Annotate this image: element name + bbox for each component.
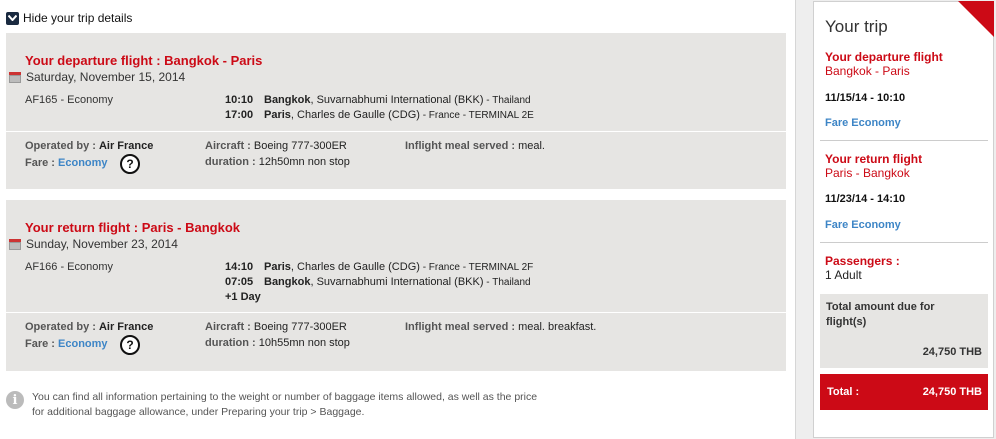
return-date-text: Sunday, November 23, 2014 [26,237,178,251]
panel-passengers-value: 1 Adult [825,268,862,282]
return-segment-origin: 14:10 Paris, Charles de Gaulle (CDG) - F… [225,261,533,273]
total-due-label: Total amount due for flight(s) [826,301,935,328]
plus-one-day: +1 Day [225,291,261,303]
baggage-info-line-1: You can find all information pertaining … [32,391,538,403]
panel-passengers-section: Passengers : 1 Adult [825,254,900,282]
return-flight-title: Your return flight : Paris - Bangkok [25,220,241,235]
calendar-icon [9,71,21,83]
total-label: Total : [827,386,860,398]
aircraft-value: Boeing 777-300ER [253,140,347,152]
departure-city: Bangkok [264,94,311,106]
duration-label: duration : [205,337,256,349]
operated-by-label: Operated by : [25,321,96,333]
meal-label: Inflight meal served : [405,321,516,333]
panel-passengers-heading: Passengers : [825,254,900,268]
departure-time: 10:10 [225,94,254,106]
departure-country: - Thailand [483,95,531,106]
fare-label: Fare : [25,157,55,169]
operated-by: Operated by : Air France [25,140,153,152]
return-flight-code: AF166 - Economy [25,261,114,273]
baggage-info-text: You can find all information pertaining … [32,390,537,420]
total-due-box: Total amount due for flight(s) 24,750 TH… [820,294,988,368]
fare-link[interactable]: Economy [58,338,108,350]
toggle-label: Hide your trip details [23,11,133,25]
panel-return-section: Your return flight Paris - Bangkok [825,152,922,180]
operated-by: Operated by : Air France [25,321,153,333]
aircraft-value: Boeing 777-300ER [253,321,347,333]
operated-by-label: Operated by : [25,140,96,152]
return-arrival-city: Bangkok [264,276,311,288]
panel-departure-section: Your departure flight Bangkok - Paris [825,50,943,78]
departure-flight-title: Your departure flight : Bangkok - Paris [25,53,263,68]
panel-departure-route: Bangkok - Paris [825,64,910,78]
return-arrival-time: 07:05 [225,276,254,288]
fare-label: Fare : [25,338,55,350]
duration-info: duration : 12h50mn non stop [205,156,350,168]
arrival-time: 17:00 [225,109,254,121]
return-departure-country: - France - TERMINAL 2F [419,262,534,273]
aircraft-label: Aircraft : [205,321,251,333]
your-trip-panel: Your trip Your departure flight Bangkok … [813,1,994,438]
aircraft-info: Aircraft : Boeing 777-300ER [205,321,347,333]
meal-label: Inflight meal served : [405,140,516,152]
calendar-icon [9,238,21,250]
return-departure-city: Paris [264,261,291,273]
return-arrival-airport: , Suvarnabhumi International (BKK) [310,276,484,288]
panel-title: Your trip [825,17,888,36]
departure-airport: , Suvarnabhumi International (BKK) [310,94,484,106]
corner-flag-icon [958,1,994,37]
departure-flight-card: Your departure flight : Bangkok - Paris … [6,33,786,189]
departure-segment-destination: 17:00 Paris, Charles de Gaulle (CDG) - F… [225,109,534,121]
baggage-info-line-2: for additional baggage allowance, under … [32,406,365,418]
total-amount: 24,750 THB [922,386,982,398]
meal-value: meal. [518,140,545,152]
fare-help-icon[interactable]: ? [120,335,140,355]
aircraft-info: Aircraft : Boeing 777-300ER [205,140,347,152]
duration-info: duration : 10h55mn non stop [205,337,350,349]
departure-flight-code: AF165 - Economy [25,94,114,106]
panel-separator [820,242,988,243]
return-departure-time: 14:10 [225,261,254,273]
duration-value: 12h50mn non stop [258,156,350,168]
baggage-info-note: i You can find all information pertainin… [6,390,537,420]
duration-value: 10h55mn non stop [258,337,350,349]
return-flight-card: Your return flight : Paris - Bangkok Sun… [6,200,786,371]
departure-segment-origin: 10:10 Bangkok, Suvarnabhumi Internationa… [225,94,531,106]
operated-by-value: Air France [98,140,154,152]
meal-info: Inflight meal served : meal. [405,140,545,152]
return-segment-destination: 07:05 Bangkok, Suvarnabhumi Internationa… [225,276,531,288]
panel-return-route: Paris - Bangkok [825,166,910,180]
info-icon: i [6,391,24,409]
panel-separator [820,140,988,141]
return-date: Sunday, November 23, 2014 [9,237,178,251]
arrival-city: Paris [264,109,291,121]
arrival-country: - France - TERMINAL 2E [419,110,534,121]
total-due-amount: 24,750 THB [922,346,982,358]
panel-departure-heading: Your departure flight [825,50,943,64]
return-departure-airport: , Charles de Gaulle (CDG) [290,261,420,273]
fare-info: Fare : Economy [25,157,108,169]
total-bar: Total : 24,750 THB [820,374,988,410]
panel-return-fare-link[interactable]: Fare Economy [825,219,901,231]
hide-trip-details-toggle[interactable]: Hide your trip details [6,11,132,25]
departure-date: Saturday, November 15, 2014 [9,70,185,84]
arrival-airport: , Charles de Gaulle (CDG) [290,109,420,121]
panel-return-heading: Your return flight [825,152,923,166]
aircraft-label: Aircraft : [205,140,251,152]
panel-return-datetime: 11/23/14 - 14:10 [825,193,906,205]
operated-by-value: Air France [98,321,154,333]
panel-departure-fare-link[interactable]: Fare Economy [825,117,901,129]
trip-details-area: Hide your trip details Your departure fl… [0,0,796,439]
panel-departure-datetime: 11/15/14 - 10:10 [825,92,906,104]
fare-help-icon[interactable]: ? [120,154,140,174]
fare-info: Fare : Economy [25,338,108,350]
fare-link[interactable]: Economy [58,157,108,169]
duration-label: duration : [205,156,256,168]
meal-info: Inflight meal served : meal. breakfast. [405,321,596,333]
departure-date-text: Saturday, November 15, 2014 [26,70,186,84]
chevron-down-icon [6,11,19,25]
meal-value: meal. breakfast. [518,321,597,333]
return-arrival-country: - Thailand [483,277,531,288]
